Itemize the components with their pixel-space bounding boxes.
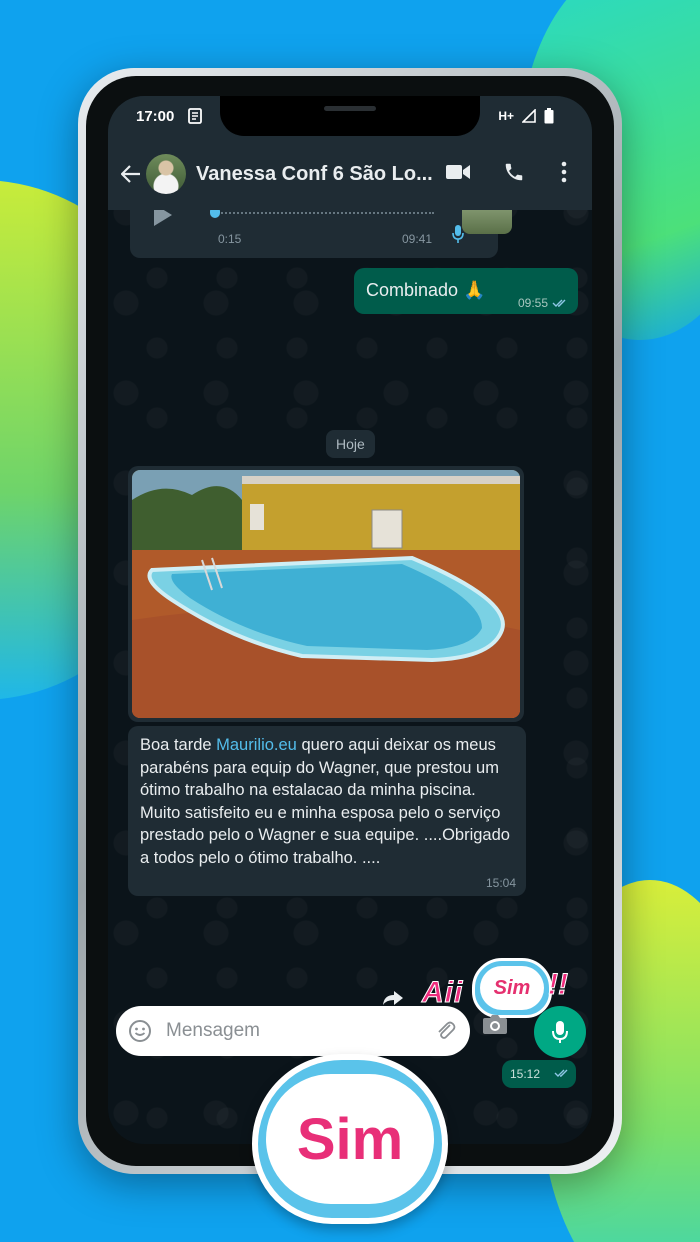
double-check-icon — [554, 1069, 568, 1077]
phone-screen: 17:00 H+ Vanessa Conf 6 São Lo... 0:15 0… — [108, 96, 592, 1144]
signal-icon — [522, 109, 536, 123]
sticker-exclamation: !! — [548, 968, 569, 1002]
mic-icon — [552, 1021, 568, 1043]
network-type: H+ — [498, 109, 514, 123]
date-chip: Hoje — [326, 430, 375, 458]
sim-heart-inner: Sim — [266, 1074, 434, 1204]
message-input[interactable]: Mensagem — [116, 1006, 470, 1056]
sim-heart-sticker: Sim — [252, 1054, 448, 1224]
video-call-icon[interactable] — [444, 158, 472, 186]
status-right: H+ — [498, 108, 554, 124]
photo-message[interactable] — [128, 466, 524, 722]
outgoing-message[interactable]: Combinado 🙏 09:55 — [354, 268, 578, 314]
message-text-rest: quero aqui deixar os meus parabéns para … — [140, 736, 510, 867]
back-arrow-icon[interactable] — [118, 161, 144, 187]
speaker — [324, 106, 376, 111]
more-options-icon[interactable] — [550, 158, 578, 186]
voice-progress-track[interactable] — [214, 212, 434, 214]
voice-duration: 0:15 — [218, 232, 242, 246]
message-link[interactable]: Maurilio.eu — [216, 736, 297, 754]
message-meta: 09:55 — [518, 296, 568, 310]
double-check-icon — [552, 299, 566, 307]
sticker-time: 15:12 — [510, 1067, 541, 1081]
message-text-start: Boa tarde — [140, 736, 217, 754]
notification-icon — [188, 108, 202, 124]
mic-icon — [452, 225, 464, 243]
pool-image — [132, 470, 520, 718]
input-placeholder[interactable]: Mensagem — [166, 1020, 260, 1042]
pool-photo[interactable] — [132, 470, 520, 718]
battery-icon — [544, 108, 554, 124]
phone-notch — [220, 96, 480, 136]
camera-icon[interactable] — [482, 1012, 508, 1036]
contact-avatar[interactable] — [146, 154, 186, 194]
attach-icon[interactable] — [434, 1019, 458, 1043]
message-time: 09:55 — [517, 296, 548, 310]
status-time: 17:00 — [136, 108, 175, 125]
mic-button[interactable] — [534, 1006, 586, 1058]
message-text: Combinado 🙏 — [366, 280, 486, 300]
chat-header: Vanessa Conf 6 São Lo... — [108, 138, 592, 210]
voice-call-icon[interactable] — [500, 158, 528, 186]
emoji-icon[interactable] — [128, 1019, 152, 1043]
message-time: 15:04 — [485, 876, 516, 890]
chat-area[interactable]: 0:15 09:41 Combinado 🙏 09:55 Hoje Boa ta… — [108, 200, 592, 1088]
incoming-text-message[interactable]: Boa tarde Maurilio.eu quero aqui deixar … — [128, 726, 526, 896]
message-text: Boa tarde Maurilio.eu quero aqui deixar … — [140, 734, 510, 870]
contact-name[interactable]: Vanessa Conf 6 São Lo... — [196, 163, 436, 186]
voice-time: 09:41 — [402, 232, 433, 246]
sim-label: Sim — [296, 1106, 404, 1172]
sticker-timestamp: 15:12 — [502, 1060, 576, 1088]
